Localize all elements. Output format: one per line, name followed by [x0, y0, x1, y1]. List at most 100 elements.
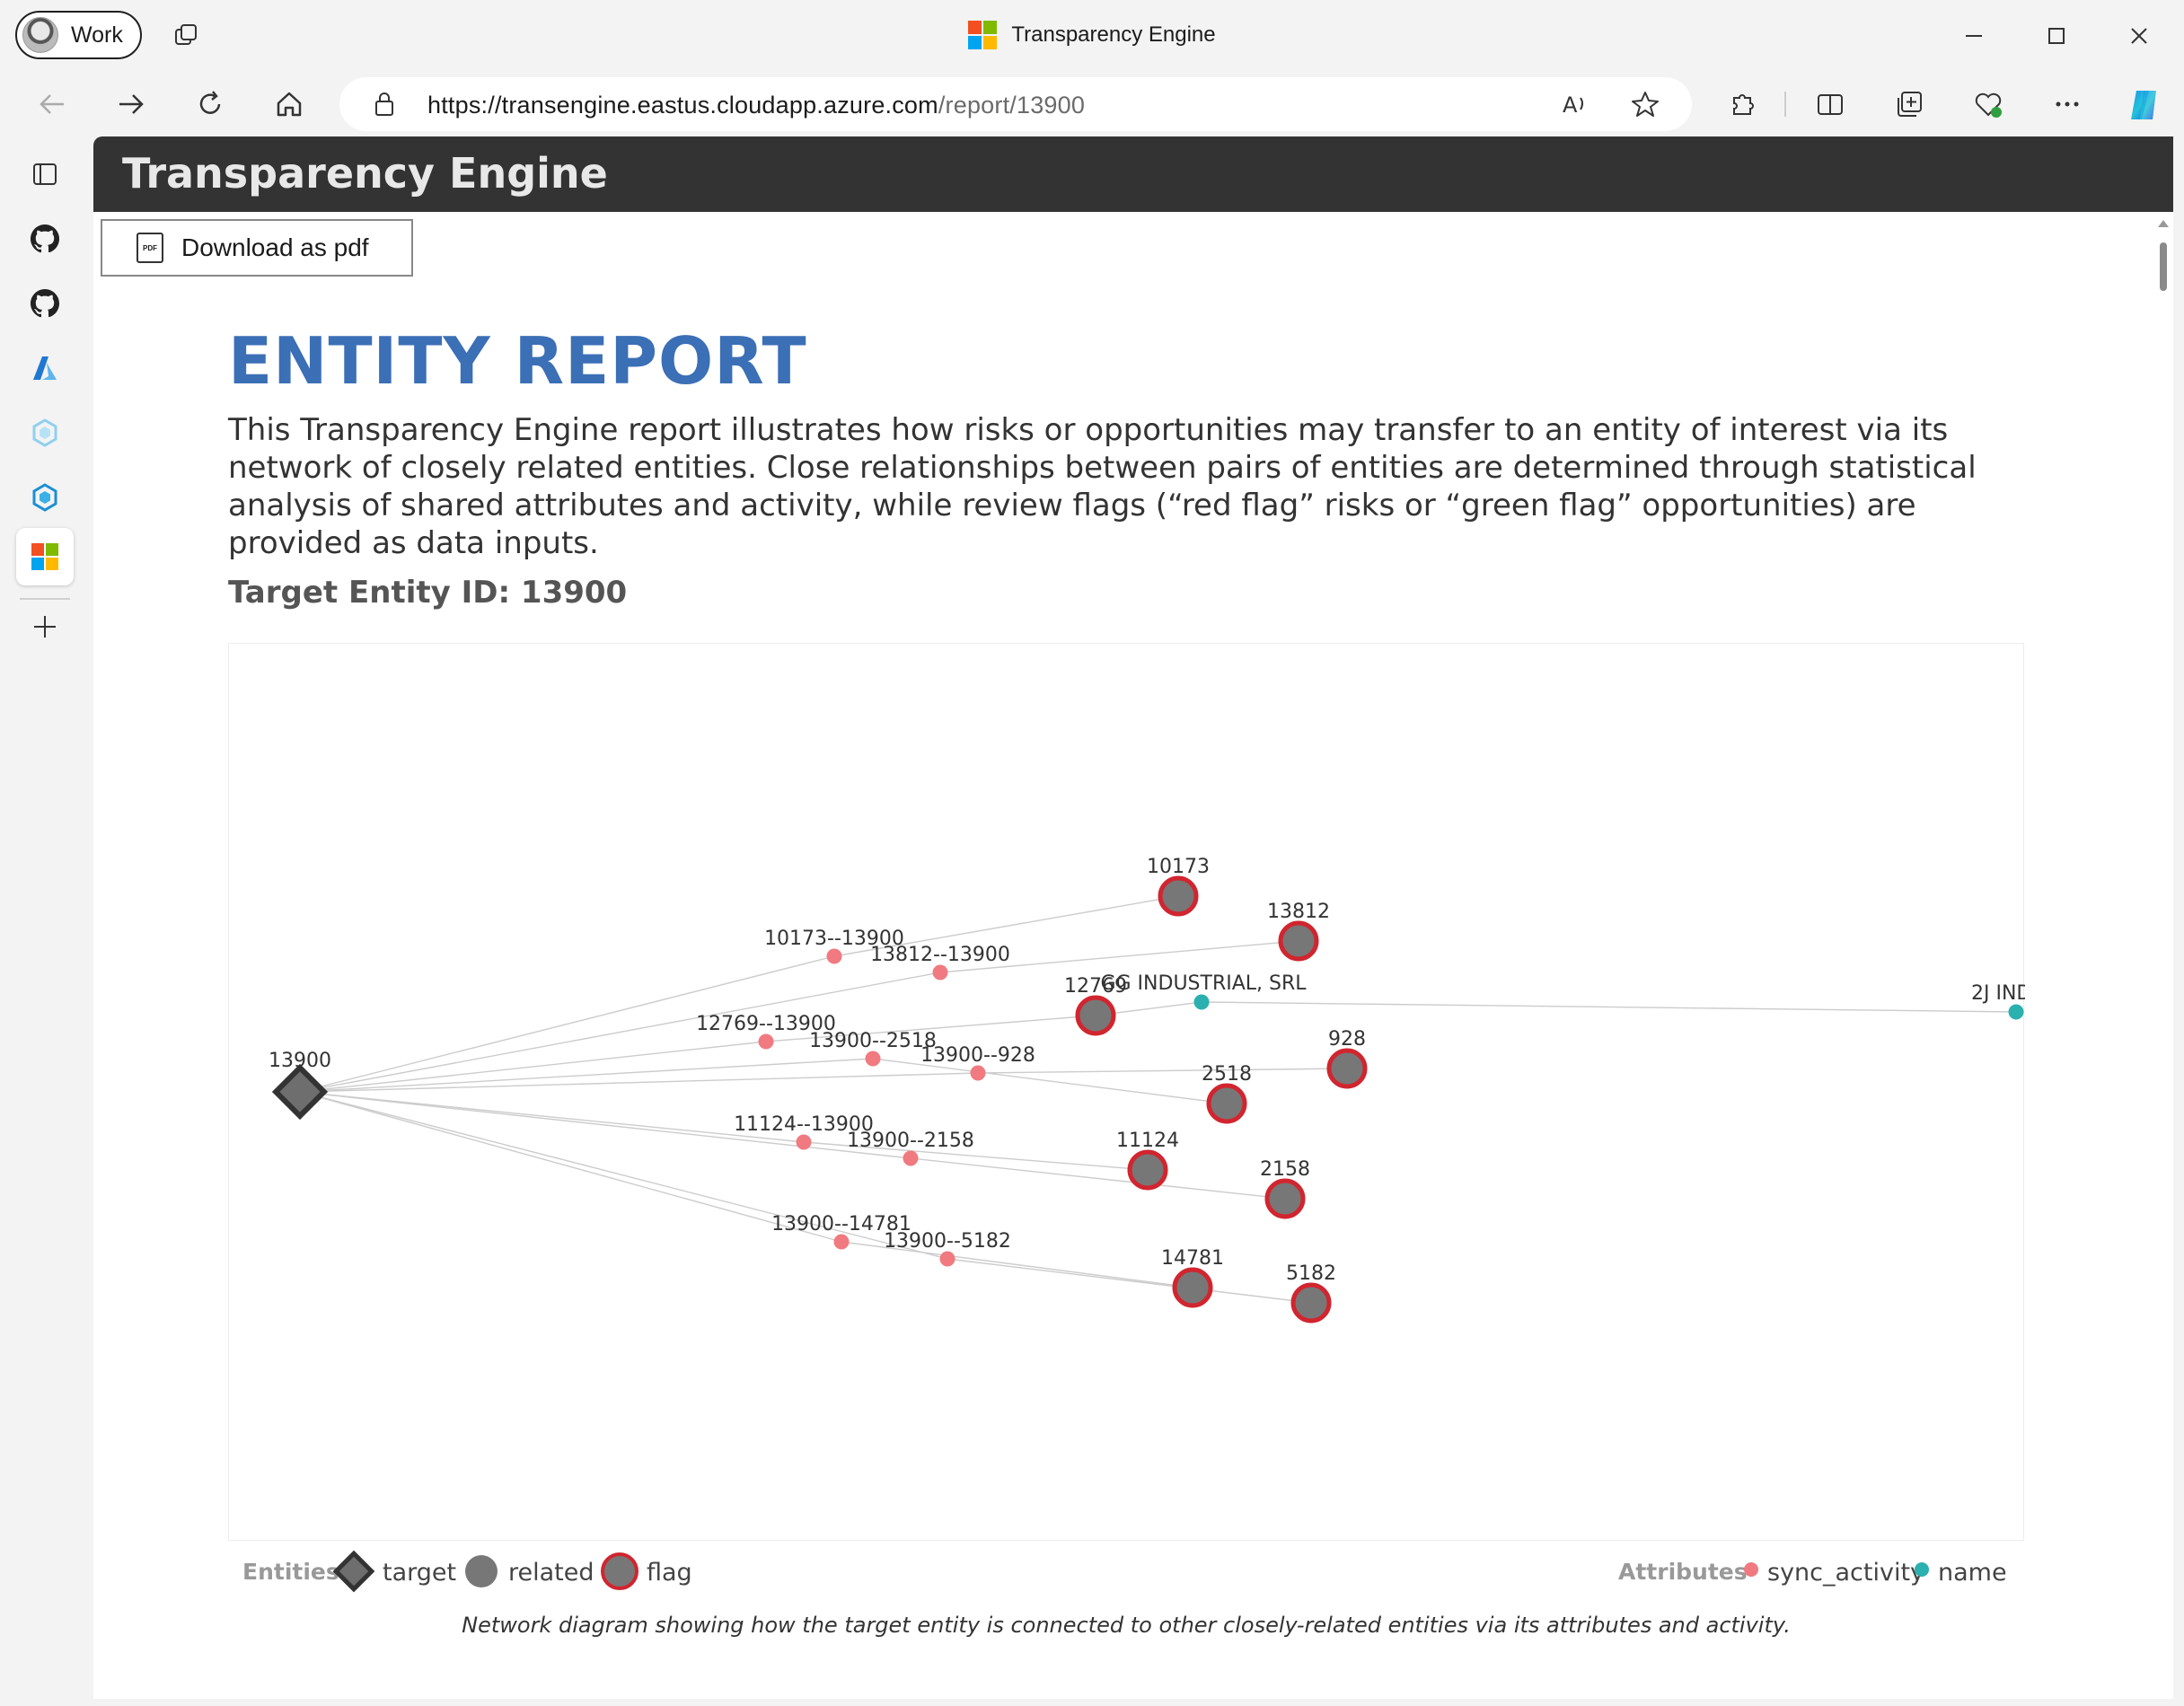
scrollbar-thumb[interactable]: [2160, 242, 2167, 291]
diagram-legend: Entities target related flag Attributes …: [228, 1543, 2024, 1600]
browser-essentials-icon[interactable]: [1970, 86, 2006, 122]
graph-edge: [977, 1068, 1348, 1074]
flag-entity-node[interactable]: [1075, 995, 1116, 1036]
read-aloud-icon[interactable]: A: [1559, 88, 1591, 120]
tab-actions-icon[interactable]: [20, 149, 70, 199]
report-section: ENTITY REPORT This Transparency Engine r…: [228, 316, 2024, 611]
node-label: 2518: [1202, 1063, 1252, 1086]
graph-edge: [299, 1041, 767, 1093]
forward-icon[interactable]: [113, 86, 149, 122]
node-label: 14781: [1161, 1247, 1224, 1270]
legend-sync-activity-marker: [1744, 1562, 1758, 1577]
node-label: 928: [1328, 1028, 1366, 1051]
flag-entity-node[interactable]: [1158, 875, 1199, 917]
page-scrollbar[interactable]: [2153, 212, 2173, 1699]
flag-entity-node[interactable]: [1264, 1178, 1306, 1219]
app-title: Transparency Engine: [122, 149, 608, 198]
service-icon[interactable]: [20, 472, 70, 523]
download-pdf-button[interactable]: PDF Download as pdf: [101, 219, 413, 277]
graph-edge: [299, 1072, 979, 1093]
sync-activity-node[interactable]: [970, 1065, 986, 1081]
node-label: 13900--5182: [884, 1230, 1011, 1253]
url-text: https://transengine.eastus.cloudapp.azur…: [427, 92, 1085, 119]
microsoft-logo-icon: [968, 21, 998, 49]
legend-flag-marker: [601, 1552, 638, 1590]
flag-entity-node[interactable]: [1172, 1267, 1213, 1308]
svg-text:A: A: [1563, 92, 1578, 118]
flag-entity-node[interactable]: [1290, 1282, 1332, 1323]
node-label: 13900--2158: [847, 1130, 974, 1152]
maximize-icon[interactable]: [2040, 20, 2073, 52]
flag-entity-node[interactable]: [1127, 1149, 1168, 1191]
flag-entity-node[interactable]: [1206, 1083, 1247, 1124]
sync-activity-node[interactable]: [865, 1051, 881, 1067]
network-diagram[interactable]: 13900 10173 13812 12769 928 2518 11124 2158 1478…: [228, 643, 2076, 1542]
network-diagram-svg[interactable]: 1390010173138121276992825181112421581478…: [229, 644, 2076, 1542]
more-icon[interactable]: [2049, 86, 2085, 122]
split-screen-icon[interactable]: [1812, 86, 1848, 122]
flag-entity-node[interactable]: [1326, 1048, 1368, 1089]
node-label: 13900--928: [920, 1044, 1035, 1067]
node-label: 2J INDUSTI: [1971, 982, 2025, 1005]
sync-activity-node[interactable]: [939, 1251, 956, 1267]
workspaces-icon[interactable]: [171, 20, 203, 52]
copilot-icon[interactable]: [2125, 84, 2166, 126]
diagram-caption: Network diagram showing how the target e…: [462, 1613, 1791, 1638]
legend-related-marker: [465, 1555, 498, 1587]
legend-name-marker: [1915, 1562, 1929, 1577]
address-bar[interactable]: https://transengine.eastus.cloudapp.azur…: [339, 77, 1692, 131]
node-label: 13812: [1267, 901, 1330, 923]
lock-icon[interactable]: [370, 90, 399, 119]
legend-flag-label: flag: [647, 1559, 692, 1587]
graph-edge: [947, 1258, 1312, 1304]
node-label: 5182: [1286, 1262, 1336, 1285]
sync-activity-node[interactable]: [833, 1234, 850, 1250]
minimize-icon[interactable]: [1958, 20, 1990, 52]
back-icon[interactable]: [34, 86, 70, 122]
flag-entity-node[interactable]: [1278, 920, 1319, 962]
legend-target-marker: [332, 1550, 375, 1593]
browser-toolbar: https://transengine.eastus.cloudapp.azur…: [0, 70, 2184, 136]
legend-name-label: name: [1938, 1559, 2007, 1587]
legend-attributes-label: Attributes: [1618, 1559, 1748, 1585]
report-description: This Transparency Engine report illustra…: [228, 412, 1977, 561]
close-icon[interactable]: [2123, 20, 2155, 52]
refresh-icon[interactable]: [192, 86, 228, 122]
graph-edge: [910, 1157, 1286, 1200]
name-attribute-node[interactable]: [1193, 994, 1210, 1010]
extensions-icon[interactable]: [1724, 86, 1760, 122]
node-label: 13900--2518: [809, 1030, 937, 1052]
graph-edge: [299, 1091, 805, 1143]
profile-button[interactable]: Work: [15, 11, 142, 59]
node-label: 10173: [1147, 856, 1210, 878]
node-label: GG INDUSTRIAL, SRL: [1100, 972, 1307, 995]
target-node[interactable]: [271, 1063, 329, 1121]
avatar: [22, 17, 58, 53]
add-icon[interactable]: [20, 602, 70, 652]
name-attribute-node[interactable]: [2008, 1004, 2024, 1020]
microsoft-icon[interactable]: [16, 528, 74, 585]
favorite-icon[interactable]: [1629, 88, 1661, 120]
target-entity-label: Target Entity ID: 13900: [228, 575, 628, 611]
download-pdf-label: Download as pdf: [181, 233, 369, 261]
home-icon[interactable]: [271, 86, 307, 122]
node-label: 13900: [269, 1050, 331, 1072]
page-content: Transparency Engine PDF Download as pdf …: [93, 136, 2173, 1699]
pdf-icon: PDF: [136, 233, 163, 263]
node-label: 11124: [1116, 1130, 1179, 1152]
sync-activity-node[interactable]: [796, 1134, 812, 1150]
github-icon[interactable]: [20, 214, 70, 264]
service-icon[interactable]: [20, 408, 70, 458]
url-path: /report/13900: [938, 92, 1086, 119]
azure-icon[interactable]: [20, 343, 70, 393]
url-host: https://transengine.eastus.cloudapp.azur…: [427, 92, 938, 119]
window-title: Transparency Engine: [0, 0, 2184, 70]
collections-icon[interactable]: [1891, 86, 1927, 122]
sync-activity-node[interactable]: [758, 1033, 774, 1050]
sync-activity-node[interactable]: [826, 948, 842, 964]
github-icon[interactable]: [20, 278, 70, 329]
graph-edge: [1201, 1001, 2017, 1013]
sync-activity-node[interactable]: [903, 1150, 919, 1166]
window-title-text: Transparency Engine: [1011, 22, 1216, 47]
sync-activity-node[interactable]: [932, 964, 948, 981]
